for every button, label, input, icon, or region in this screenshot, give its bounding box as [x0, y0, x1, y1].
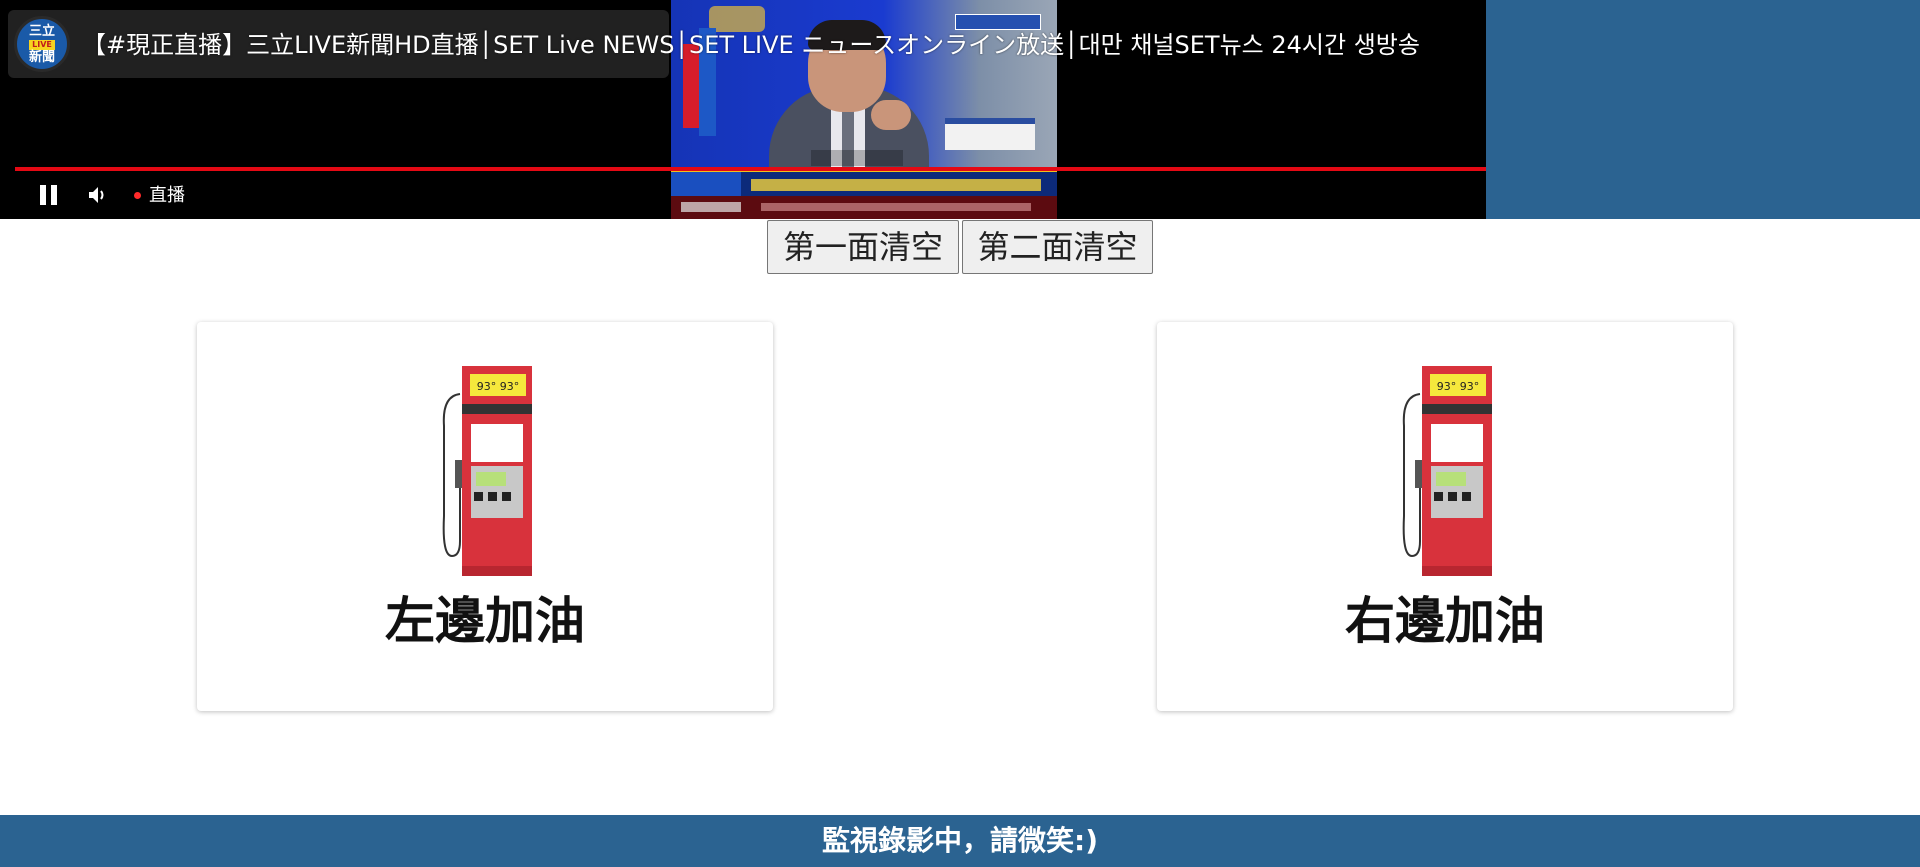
- pause-icon: [40, 185, 46, 205]
- volume-button[interactable]: [86, 183, 110, 207]
- clear-second-button[interactable]: 第二面清空: [962, 220, 1153, 274]
- progress-bar[interactable]: [15, 167, 1486, 171]
- live-label[interactable]: 直播: [149, 184, 185, 208]
- video-player[interactable]: 三立 LIVE 新聞 【#現正直播】三立LIVE新聞HD直播│SET Live …: [0, 0, 1486, 219]
- presenter-hand: [871, 100, 911, 130]
- video-title[interactable]: 【#現正直播】三立LIVE新聞HD直播│SET Live NEWS│SET LI…: [82, 28, 1420, 62]
- gas-pump-icon: 93° 93°: [1402, 366, 1492, 576]
- top-strip: 三立 LIVE 新聞 【#現正直播】三立LIVE新聞HD直播│SET Live …: [0, 0, 1920, 219]
- clear-first-button[interactable]: 第一面清空: [767, 220, 959, 274]
- footer-bar: 監視錄影中，請微笑:): [0, 815, 1920, 867]
- news-ticker-crawl: [671, 196, 1057, 219]
- footer-text: 監視錄影中，請微笑:): [822, 824, 1098, 857]
- svg-text:93° 93°: 93° 93°: [477, 380, 520, 393]
- right-refuel-card[interactable]: 93° 93° 右邊加油: [1157, 322, 1733, 711]
- subtitle-area: [811, 150, 903, 166]
- left-refuel-label: 左邊加油: [385, 592, 585, 650]
- left-refuel-card[interactable]: 93° 93° 左邊加油: [197, 322, 773, 711]
- right-refuel-label: 右邊加油: [1345, 592, 1545, 650]
- news-ticker-headline: [671, 170, 1057, 198]
- pause-button[interactable]: [37, 183, 59, 207]
- live-indicator-icon: [134, 192, 141, 199]
- channel-avatar[interactable]: 三立 LIVE 新聞: [14, 16, 70, 72]
- svg-text:93° 93°: 93° 93°: [1437, 380, 1480, 393]
- name-tag: [945, 118, 1035, 150]
- volume-icon: [89, 187, 104, 203]
- gas-pump-icon: 93° 93°: [442, 366, 532, 576]
